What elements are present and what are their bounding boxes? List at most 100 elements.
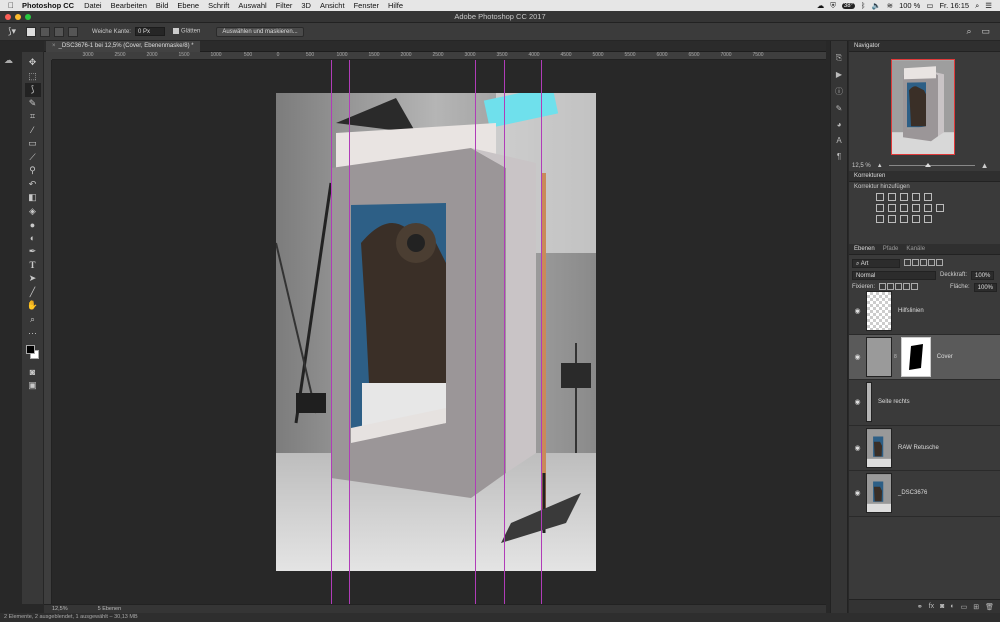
layer-name[interactable]: Seite rechts	[878, 399, 910, 405]
menu-3d[interactable]: 3D	[301, 1, 311, 10]
move-tool-icon[interactable]: ✥	[25, 56, 41, 70]
zoom-window-icon[interactable]	[25, 14, 31, 20]
shield-icon[interactable]: ⛨	[830, 1, 836, 11]
paragraph-icon[interactable]: ¶	[837, 152, 841, 161]
dodge-tool-icon[interactable]: ◐	[25, 232, 41, 246]
selective-color-icon[interactable]	[924, 215, 932, 223]
hue-saturation-icon[interactable]	[876, 204, 884, 212]
character-icon[interactable]: A	[836, 136, 841, 145]
color-lookup-icon[interactable]	[936, 204, 944, 212]
layer-name[interactable]: Hilfslinien	[898, 308, 924, 314]
menu-datei[interactable]: Datei	[84, 1, 102, 10]
add-selection-button[interactable]	[40, 26, 51, 37]
curves-icon[interactable]	[900, 193, 908, 201]
clock-text[interactable]: Fr. 16:15	[939, 1, 969, 10]
mask-link-icon[interactable]: 8	[894, 354, 897, 360]
cloud-icon[interactable]: ☁	[817, 1, 825, 10]
zoom-out-icon[interactable]: ▲	[877, 163, 883, 169]
minimize-window-icon[interactable]	[15, 14, 21, 20]
marquee-tool-icon[interactable]: ⬚	[25, 70, 41, 84]
layer-filter-select[interactable]: ⌕ Art	[852, 258, 900, 268]
search-icon[interactable]: ⌕	[966, 26, 971, 37]
battery-text[interactable]: 100 %	[899, 1, 920, 10]
info-icon[interactable]: ⓘ	[835, 86, 843, 97]
filter-pixel-icon[interactable]	[904, 258, 911, 266]
cloud-libraries-icon[interactable]: ☁	[4, 55, 13, 66]
actions-icon[interactable]: ▶	[836, 70, 842, 79]
zoom-in-icon[interactable]: ▲	[981, 161, 989, 170]
crop-tool-icon[interactable]: ⌗	[25, 110, 41, 124]
subtract-selection-button[interactable]	[54, 26, 65, 37]
new-layer-icon[interactable]: ⊞	[973, 603, 979, 611]
lasso-tool-icon[interactable]: ⟆	[24, 83, 41, 97]
history-brush-icon[interactable]: ↶	[25, 178, 41, 192]
tab-paths[interactable]: Pfade	[883, 244, 899, 254]
menu-fenster[interactable]: Fenster	[354, 1, 379, 10]
blur-tool-icon[interactable]: ●	[25, 218, 41, 232]
quick-mask-icon[interactable]: ◙	[25, 366, 41, 380]
intersect-selection-button[interactable]	[68, 26, 79, 37]
close-tab-icon[interactable]: ×	[52, 43, 56, 49]
layer-row-seite-rechts[interactable]: ◉ Seite rechts	[849, 380, 1000, 426]
visibility-eye-icon[interactable]: ◉	[849, 307, 866, 315]
history-icon[interactable]: ⎘	[836, 53, 842, 63]
vibrance-icon[interactable]	[924, 193, 932, 201]
tab-navigator[interactable]: Navigator	[854, 41, 880, 51]
filter-smart-object-icon[interactable]	[936, 258, 943, 266]
color-icon[interactable]: ◕	[837, 120, 842, 129]
tab-channels[interactable]: Kanäle	[906, 244, 925, 254]
eraser-tool-icon[interactable]: ◧	[25, 191, 41, 205]
filter-adjustment-icon[interactable]	[912, 258, 919, 266]
vertical-ruler[interactable]	[44, 60, 52, 604]
threshold-icon[interactable]	[900, 215, 908, 223]
tab-adjustments[interactable]: Korrekturen	[854, 171, 885, 181]
channel-mixer-icon[interactable]	[924, 204, 932, 212]
new-group-icon[interactable]: ▭	[961, 603, 968, 611]
layer-row-dsc3676[interactable]: ◉ _DSC3676	[849, 471, 1000, 517]
volume-icon[interactable]: 🔈	[871, 1, 880, 10]
menu-schrift[interactable]: Schrift	[208, 1, 229, 10]
color-swatches[interactable]	[25, 344, 41, 362]
select-and-mask-button[interactable]: Auswählen und maskieren...	[216, 26, 304, 37]
color-balance-icon[interactable]	[888, 204, 896, 212]
levels-icon[interactable]	[888, 193, 896, 201]
temperature-badge[interactable]: 38°	[841, 2, 855, 9]
exposure-icon[interactable]	[912, 193, 920, 201]
layer-name[interactable]: RAW Retusche	[898, 445, 939, 451]
filter-shape-icon[interactable]	[928, 258, 935, 266]
gradient-map-icon[interactable]	[912, 215, 920, 223]
layer-mask-thumbnail[interactable]	[900, 336, 931, 377]
guide-line[interactable]	[541, 60, 542, 604]
photo-filter-icon[interactable]	[912, 204, 920, 212]
navigator-thumbnail[interactable]	[891, 59, 955, 155]
visibility-eye-icon[interactable]: ◉	[849, 444, 866, 452]
bucket-tool-icon[interactable]: ◈	[25, 205, 41, 219]
menu-ansicht[interactable]: Ansicht	[320, 1, 345, 10]
type-tool-icon[interactable]: T	[25, 259, 41, 273]
bluetooth-icon[interactable]: ᛒ	[861, 1, 866, 10]
apple-icon[interactable]: 	[0, 1, 22, 10]
menu-bearbeiten[interactable]: Bearbeiten	[111, 1, 147, 10]
horizontal-ruler[interactable]: 3000 2500 2000 1500 1000 500 0 500 1000 …	[52, 52, 826, 60]
navigator-panel[interactable]	[849, 52, 1000, 160]
frame-tool-icon[interactable]: ▭	[25, 137, 41, 151]
navigator-zoom-value[interactable]: 12,5 %	[852, 163, 871, 169]
spotlight-icon[interactable]: ⌕	[975, 1, 979, 11]
photo-image[interactable]	[276, 93, 596, 571]
filter-type-icon[interactable]	[920, 258, 927, 266]
visibility-eye-icon[interactable]: ◉	[849, 353, 866, 361]
eyedropper-tool-icon[interactable]: ⁄	[25, 124, 41, 138]
zoom-tool-icon[interactable]: ⌕	[25, 313, 41, 327]
close-window-icon[interactable]	[5, 14, 11, 20]
opacity-input[interactable]: 100%	[971, 270, 995, 280]
blend-mode-select[interactable]: Normal	[852, 270, 936, 280]
add-mask-icon[interactable]: ◙	[940, 603, 944, 610]
menu-hilfe[interactable]: Hilfe	[388, 1, 403, 10]
menu-ebene[interactable]: Ebene	[177, 1, 199, 10]
navigator-zoom-slider[interactable]	[888, 163, 975, 167]
guide-line[interactable]	[331, 60, 332, 604]
visibility-eye-icon[interactable]: ◉	[849, 489, 866, 497]
path-selection-tool-icon[interactable]: ➤	[25, 272, 41, 286]
lasso-tool-preset-icon[interactable]: ⟆▾	[8, 26, 16, 37]
black-white-icon[interactable]	[900, 204, 908, 212]
